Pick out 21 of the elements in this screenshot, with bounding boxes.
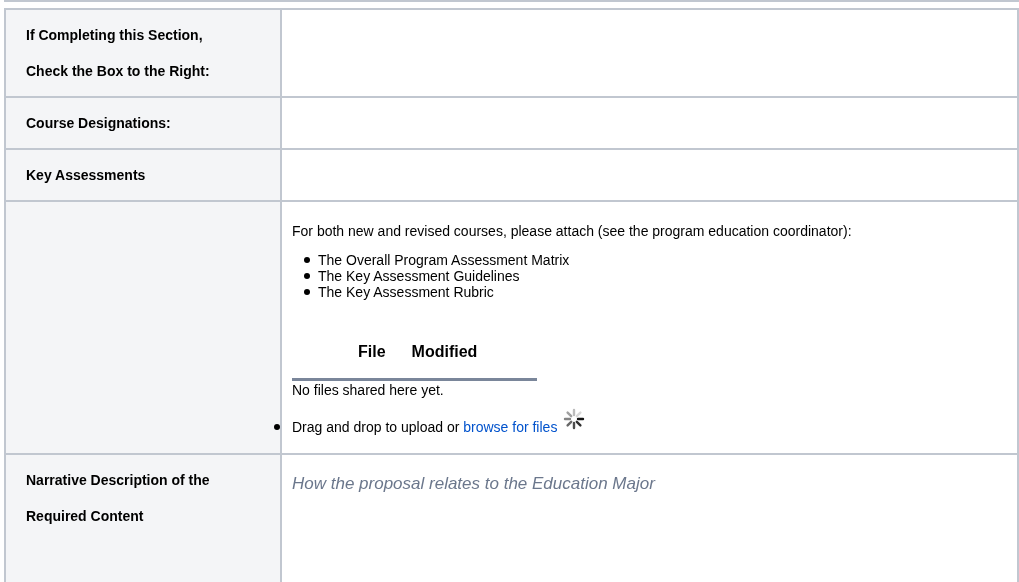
instruction-text: For both new and revised courses, please attach (see the program education coordinator): bbox=[292, 222, 853, 240]
field-label: If Completing this Section, bbox=[26, 26, 204, 45]
bullet-icon bbox=[304, 289, 310, 295]
list-item: The Key Assessment Rubric bbox=[318, 284, 494, 300]
empty-message: No files shared here yet. bbox=[292, 381, 445, 399]
field-label: Key Assessments bbox=[26, 166, 147, 185]
field-label: Required Content bbox=[26, 507, 145, 526]
field-label: Narrative Description of the bbox=[26, 471, 211, 490]
browse-link[interactable]: browse for files bbox=[463, 418, 558, 435]
bullet-icon bbox=[304, 257, 310, 263]
upload-text: Drag and drop to upload or browse for files bbox=[292, 417, 558, 437]
field-label: Check the Box to the Right: bbox=[26, 62, 211, 81]
bullet-icon bbox=[304, 273, 310, 279]
loading-spinner-icon bbox=[563, 408, 586, 430]
placeholder-text: How the proposal relates to the Education Major bbox=[292, 473, 657, 495]
column-header: File bbox=[358, 342, 386, 362]
list-item: The Overall Program Assessment Matrix bbox=[318, 252, 570, 268]
field-label: Course Designations: bbox=[26, 114, 172, 133]
column-header: Modified bbox=[411, 342, 478, 362]
bullet-icon bbox=[274, 424, 280, 430]
list-item: The Key Assessment Guidelines bbox=[318, 268, 520, 284]
